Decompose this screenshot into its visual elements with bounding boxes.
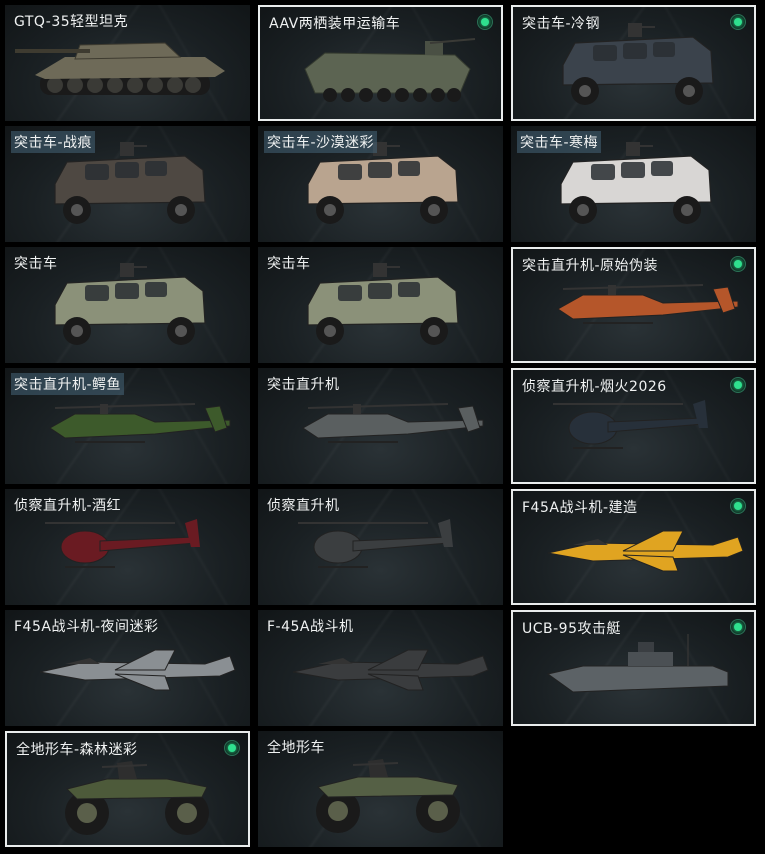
vehicle-skin-card[interactable]: 突击直升机-鳄鱼 [5, 368, 250, 484]
vehicle-skin-title: 突击车-战痕 [11, 131, 96, 153]
vehicle-skin-card[interactable]: 全地形车 [258, 731, 503, 847]
vehicle-skin-title: 突击车-沙漠迷彩 [264, 131, 378, 153]
vehicle-skin-title: F45A战斗机-建造 [522, 500, 638, 516]
vehicle-skin-title: 侦察直升机-酒红 [14, 498, 122, 514]
vehicle-skin-title: 全地形车-森林迷彩 [16, 742, 138, 758]
vehicle-skin-title: 突击直升机-鳄鱼 [11, 373, 125, 395]
equipped-status-icon [730, 619, 746, 635]
vehicle-skin-card[interactable]: UCB-95攻击艇 [511, 610, 756, 726]
vehicle-skin-title: F45A战斗机-夜间迷彩 [14, 619, 159, 635]
vehicle-skin-title: GTQ-35轻型坦克 [14, 14, 129, 30]
equipped-status-icon [477, 14, 493, 30]
vehicle-skin-title: UCB-95攻击艇 [522, 621, 621, 637]
vehicle-skin-card[interactable]: F45A战斗机-夜间迷彩 [5, 610, 250, 726]
vehicle-skin-card[interactable]: 突击车 [258, 247, 503, 363]
vehicle-skin-title: 侦察直升机 [267, 498, 340, 514]
equipped-status-icon [730, 14, 746, 30]
vehicle-skin-title: 突击车 [14, 256, 58, 272]
vehicle-skin-card[interactable]: 突击直升机-原始伪装 [511, 247, 756, 363]
vehicle-skin-card[interactable]: 突击车-战痕 [5, 126, 250, 242]
vehicle-skin-card[interactable]: 全地形车-森林迷彩 [5, 731, 250, 847]
vehicle-skin-title: 突击车-冷钢 [522, 16, 601, 32]
vehicle-skin-title: 突击车 [267, 256, 311, 272]
vehicle-skin-card[interactable]: GTQ-35轻型坦克 [5, 5, 250, 121]
vehicle-skin-grid: GTQ-35轻型坦克 AAV两栖装甲运输车 突击车-冷钢 突击车-战痕 突击车-… [5, 5, 760, 847]
equipped-status-icon [730, 256, 746, 272]
vehicle-skin-card[interactable]: 突击车-冷钢 [511, 5, 756, 121]
vehicle-skin-card[interactable]: 突击车 [5, 247, 250, 363]
vehicle-skin-title: 突击车-寒梅 [517, 131, 602, 153]
vehicle-skin-title: 全地形车 [267, 740, 325, 756]
equipped-status-icon [730, 498, 746, 514]
vehicle-skin-card[interactable]: 突击车-寒梅 [511, 126, 756, 242]
vehicle-skin-card[interactable]: 侦察直升机-烟火2026 [511, 368, 756, 484]
vehicle-skin-card[interactable]: F-45A战斗机 [258, 610, 503, 726]
vehicle-skin-card[interactable]: 侦察直升机-酒红 [5, 489, 250, 605]
vehicle-skin-title: 侦察直升机-烟火2026 [522, 379, 667, 395]
vehicle-skin-card[interactable]: 突击车-沙漠迷彩 [258, 126, 503, 242]
vehicle-skin-card[interactable]: 突击直升机 [258, 368, 503, 484]
vehicle-skin-title: 突击直升机-原始伪装 [522, 258, 659, 274]
vehicle-skin-card[interactable]: AAV两栖装甲运输车 [258, 5, 503, 121]
equipped-status-icon [730, 377, 746, 393]
vehicle-skin-title: 突击直升机 [267, 377, 340, 393]
vehicle-skin-title: F-45A战斗机 [267, 619, 354, 635]
vehicle-skin-card[interactable]: F45A战斗机-建造 [511, 489, 756, 605]
equipped-status-icon [224, 740, 240, 756]
vehicle-skin-card[interactable]: 侦察直升机 [258, 489, 503, 605]
vehicle-skin-title: AAV两栖装甲运输车 [269, 16, 401, 32]
